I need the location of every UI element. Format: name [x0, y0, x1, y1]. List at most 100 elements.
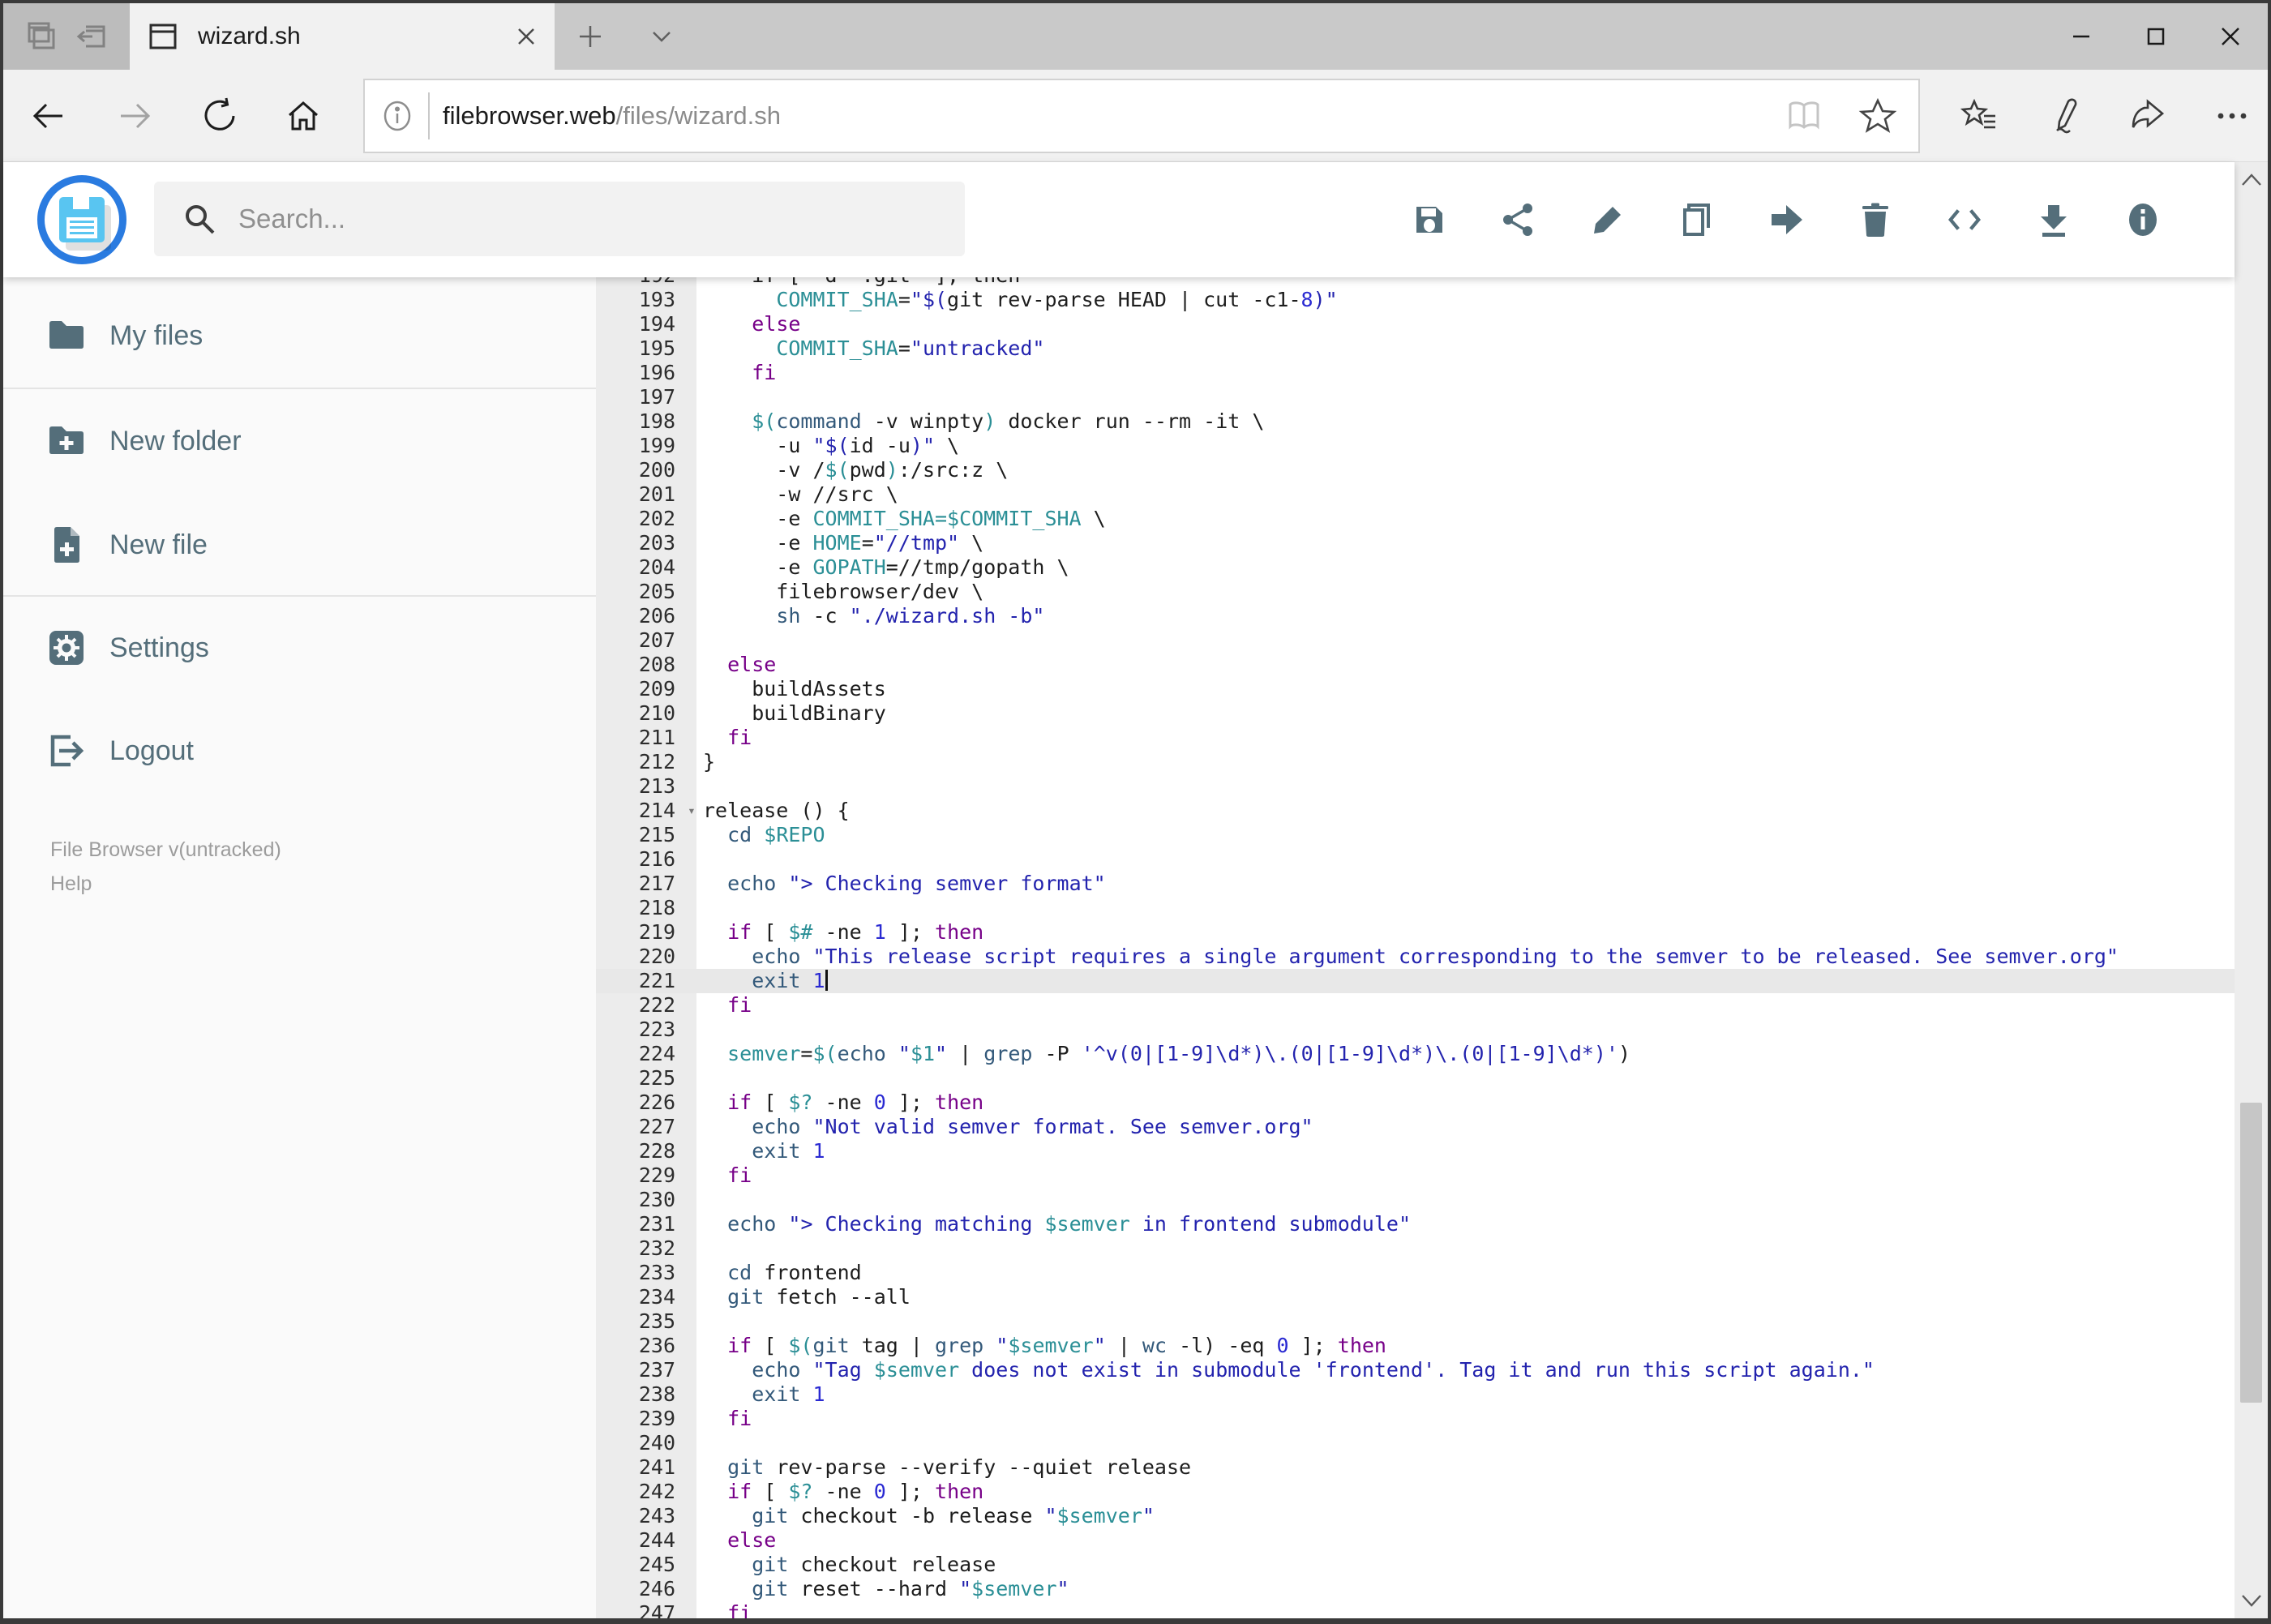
code-line-218[interactable]: 218 — [596, 896, 2235, 920]
code-line-246[interactable]: 246 git reset --hard "$semver" — [596, 1577, 2235, 1601]
code-line-209[interactable]: 209 buildAssets — [596, 677, 2235, 701]
code-line-199[interactable]: 199 -u "$(id -u)" \ — [596, 434, 2235, 458]
refresh-button[interactable] — [188, 70, 253, 162]
code-line-210[interactable]: 210 buildBinary — [596, 701, 2235, 726]
sidebar-item-settings[interactable]: Settings — [3, 609, 596, 687]
code-line-239[interactable]: 239 fi — [596, 1407, 2235, 1431]
code-line-207[interactable]: 207 — [596, 628, 2235, 653]
favorites-hub-icon[interactable] — [1960, 96, 1999, 135]
tab-list-chevron-icon[interactable] — [629, 3, 694, 70]
code-line-232[interactable]: 232 — [596, 1236, 2235, 1261]
search-input[interactable] — [238, 204, 887, 234]
code-line-202[interactable]: 202 -e COMMIT_SHA=$COMMIT_SHA \ — [596, 507, 2235, 531]
window-maximize-button[interactable] — [2119, 3, 2193, 70]
code-line-244[interactable]: 244 else — [596, 1528, 2235, 1553]
code-line-236[interactable]: 236 if [ $(git tag | grep "$semver" | wc… — [596, 1334, 2235, 1358]
save-button[interactable] — [1411, 201, 1448, 238]
address-bar[interactable]: filebrowser.web/files/wizard.sh — [363, 79, 1920, 153]
favorite-star-icon[interactable] — [1858, 96, 1897, 135]
sidebar-item-new-file[interactable]: New file — [3, 506, 596, 584]
browser-tab[interactable]: wizard.sh — [130, 3, 555, 70]
code-line-216[interactable]: 216 — [596, 847, 2235, 872]
code-line-201[interactable]: 201 -w //src \ — [596, 482, 2235, 507]
annotate-pen-icon[interactable] — [2044, 96, 2083, 135]
scroll-up-icon[interactable] — [2235, 162, 2268, 198]
code-line-193[interactable]: 193 COMMIT_SHA="$(git rev-parse HEAD | c… — [596, 288, 2235, 312]
code-line-211[interactable]: 211 fi — [596, 726, 2235, 750]
sidebar-item-logout[interactable]: Logout — [3, 712, 596, 790]
rename-button[interactable] — [1589, 201, 1626, 238]
code-line-225[interactable]: 225 — [596, 1066, 2235, 1091]
code-line-198[interactable]: 198 $(command -v winpty) docker run --rm… — [596, 409, 2235, 434]
code-line-219[interactable]: 219 if [ $# -ne 1 ]; then — [596, 920, 2235, 945]
tab-preview-icon[interactable] — [23, 19, 58, 54]
sidebar-item-my-files[interactable]: My files — [3, 297, 596, 375]
code-line-208[interactable]: 208 else — [596, 653, 2235, 677]
code-line-247[interactable]: 247 fi — [596, 1601, 2235, 1618]
code-line-230[interactable]: 230 — [596, 1188, 2235, 1212]
sidebar-item-new-folder[interactable]: New folder — [3, 402, 596, 480]
code-line-243[interactable]: 243 git checkout -b release "$semver" — [596, 1504, 2235, 1528]
code-line-233[interactable]: 233 cd frontend — [596, 1261, 2235, 1285]
code-line-238[interactable]: 238 exit 1 — [596, 1382, 2235, 1407]
share-button[interactable] — [1500, 201, 1537, 238]
forward-button[interactable] — [102, 70, 167, 162]
reading-view-icon[interactable] — [1785, 97, 1823, 135]
tab-close-icon[interactable] — [516, 26, 537, 47]
code-line-192[interactable]: 192 if [ -d ".git" ]; then — [596, 277, 2235, 288]
code-line-215[interactable]: 215 cd $REPO — [596, 823, 2235, 847]
site-info-icon[interactable] — [379, 98, 415, 134]
code-line-200[interactable]: 200 -v /$(pwd):/src:z \ — [596, 458, 2235, 482]
code-line-227[interactable]: 227 echo "Not valid semver format. See s… — [596, 1115, 2235, 1139]
code-line-204[interactable]: 204 -e GOPATH=//tmp/gopath \ — [596, 555, 2235, 580]
url-text[interactable]: filebrowser.web/files/wizard.sh — [443, 101, 1785, 131]
code-line-231[interactable]: 231 echo "> Checking matching $semver in… — [596, 1212, 2235, 1236]
code-line-197[interactable]: 197 — [596, 385, 2235, 409]
search-bar[interactable] — [154, 182, 965, 256]
code-line-220[interactable]: 220 echo "This release script requires a… — [596, 945, 2235, 969]
home-button[interactable] — [271, 70, 336, 162]
copy-button[interactable] — [1678, 201, 1716, 238]
back-button[interactable] — [16, 70, 81, 162]
code-line-224[interactable]: 224 semver=$(echo "$1" | grep -P '^v(0|[… — [596, 1042, 2235, 1066]
code-line-194[interactable]: 194 else — [596, 312, 2235, 336]
info-button[interactable] — [2124, 201, 2162, 238]
share-page-icon[interactable] — [2128, 96, 2167, 135]
new-tab-button[interactable] — [558, 3, 623, 70]
code-line-213[interactable]: 213 — [596, 774, 2235, 799]
code-line-228[interactable]: 228 exit 1 — [596, 1139, 2235, 1163]
code-line-214[interactable]: 214 ▾ release () { — [596, 799, 2235, 823]
window-minimize-button[interactable] — [2044, 3, 2119, 70]
code-line-235[interactable]: 235 — [596, 1309, 2235, 1334]
help-link[interactable]: Help — [50, 867, 281, 901]
code-line-196[interactable]: 196 fi — [596, 361, 2235, 385]
code-line-222[interactable]: 222 fi — [596, 993, 2235, 1018]
code-line-245[interactable]: 245 git checkout release — [596, 1553, 2235, 1577]
source-code-button[interactable] — [1946, 201, 1983, 238]
code-line-206[interactable]: 206 sh -c "./wizard.sh -b" — [596, 604, 2235, 628]
scroll-down-icon[interactable] — [2235, 1583, 2268, 1618]
code-line-205[interactable]: 205 filebrowser/dev \ — [596, 580, 2235, 604]
code-line-237[interactable]: 237 echo "Tag $semver does not exist in … — [596, 1358, 2235, 1382]
code-line-212[interactable]: 212} — [596, 750, 2235, 774]
code-line-195[interactable]: 195 COMMIT_SHA="untracked" — [596, 336, 2235, 361]
code-line-234[interactable]: 234 git fetch --all — [596, 1285, 2235, 1309]
code-line-242[interactable]: 242 if [ $? -ne 0 ]; then — [596, 1480, 2235, 1504]
code-line-221[interactable]: 221 exit 1 — [596, 969, 2235, 993]
code-line-217[interactable]: 217 echo "> Checking semver format" — [596, 872, 2235, 896]
fold-arrow-icon[interactable]: ▾ — [680, 799, 703, 823]
delete-button[interactable] — [1857, 201, 1894, 238]
set-tabs-aside-icon[interactable] — [75, 19, 110, 54]
more-menu-icon[interactable] — [2213, 96, 2252, 135]
code-line-226[interactable]: 226 if [ $? -ne 0 ]; then — [596, 1091, 2235, 1115]
move-button[interactable] — [1768, 201, 1805, 238]
code-editor[interactable]: 192 if [ -d ".git" ]; then193 COMMIT_SHA… — [596, 277, 2235, 1618]
page-scrollbar[interactable] — [2235, 162, 2268, 1618]
download-button[interactable] — [2035, 201, 2072, 238]
code-line-223[interactable]: 223 — [596, 1018, 2235, 1042]
code-line-240[interactable]: 240 — [596, 1431, 2235, 1455]
code-line-203[interactable]: 203 -e HOME="//tmp" \ — [596, 531, 2235, 555]
code-line-229[interactable]: 229 fi — [596, 1163, 2235, 1188]
window-close-button[interactable] — [2193, 3, 2268, 70]
filebrowser-logo[interactable] — [37, 175, 126, 264]
